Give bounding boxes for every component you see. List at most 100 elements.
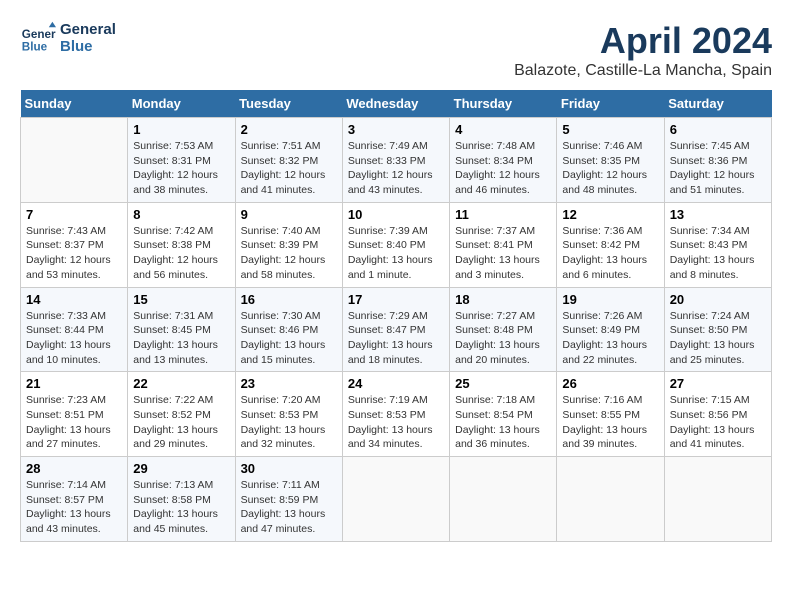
day-info: Sunrise: 7:27 AM Sunset: 8:48 PM Dayligh… <box>455 309 551 368</box>
day-number: 5 <box>562 122 658 137</box>
day-info: Sunrise: 7:48 AM Sunset: 8:34 PM Dayligh… <box>455 139 551 198</box>
day-info: Sunrise: 7:46 AM Sunset: 8:35 PM Dayligh… <box>562 139 658 198</box>
day-info: Sunrise: 7:30 AM Sunset: 8:46 PM Dayligh… <box>241 309 337 368</box>
day-number: 9 <box>241 207 337 222</box>
day-header-tuesday: Tuesday <box>235 90 342 118</box>
day-info: Sunrise: 7:15 AM Sunset: 8:56 PM Dayligh… <box>670 393 766 452</box>
day-info: Sunrise: 7:19 AM Sunset: 8:53 PM Dayligh… <box>348 393 444 452</box>
calendar-cell <box>342 457 449 542</box>
calendar-cell: 9 Sunrise: 7:40 AM Sunset: 8:39 PM Daylig… <box>235 202 342 287</box>
day-number: 23 <box>241 376 337 391</box>
day-info: Sunrise: 7:34 AM Sunset: 8:43 PM Dayligh… <box>670 224 766 283</box>
calendar-cell: 8 Sunrise: 7:42 AM Sunset: 8:38 PM Daylig… <box>128 202 235 287</box>
day-number: 18 <box>455 292 551 307</box>
day-info: Sunrise: 7:42 AM Sunset: 8:38 PM Dayligh… <box>133 224 229 283</box>
day-info: Sunrise: 7:14 AM Sunset: 8:57 PM Dayligh… <box>26 478 122 537</box>
calendar-cell: 23 Sunrise: 7:20 AM Sunset: 8:53 PM Dayli… <box>235 372 342 457</box>
day-number: 16 <box>241 292 337 307</box>
svg-text:Blue: Blue <box>22 41 48 54</box>
day-number: 1 <box>133 122 229 137</box>
day-number: 28 <box>26 461 122 476</box>
calendar-cell: 16 Sunrise: 7:30 AM Sunset: 8:46 PM Dayli… <box>235 287 342 372</box>
day-info: Sunrise: 7:16 AM Sunset: 8:55 PM Dayligh… <box>562 393 658 452</box>
calendar-cell <box>557 457 664 542</box>
day-number: 12 <box>562 207 658 222</box>
week-row: 21 Sunrise: 7:23 AM Sunset: 8:51 PM Dayli… <box>21 372 772 457</box>
day-header-monday: Monday <box>128 90 235 118</box>
calendar-table: SundayMondayTuesdayWednesdayThursdayFrid… <box>20 90 772 542</box>
day-info: Sunrise: 7:26 AM Sunset: 8:49 PM Dayligh… <box>562 309 658 368</box>
day-info: Sunrise: 7:22 AM Sunset: 8:52 PM Dayligh… <box>133 393 229 452</box>
calendar-cell: 13 Sunrise: 7:34 AM Sunset: 8:43 PM Dayli… <box>664 202 771 287</box>
week-row: 7 Sunrise: 7:43 AM Sunset: 8:37 PM Daylig… <box>21 202 772 287</box>
calendar-cell: 15 Sunrise: 7:31 AM Sunset: 8:45 PM Dayli… <box>128 287 235 372</box>
page-header: General Blue General Blue April 2024 Bal… <box>20 20 772 80</box>
day-info: Sunrise: 7:11 AM Sunset: 8:59 PM Dayligh… <box>241 478 337 537</box>
day-header-saturday: Saturday <box>664 90 771 118</box>
day-header-thursday: Thursday <box>450 90 557 118</box>
calendar-cell: 21 Sunrise: 7:23 AM Sunset: 8:51 PM Dayli… <box>21 372 128 457</box>
day-info: Sunrise: 7:37 AM Sunset: 8:41 PM Dayligh… <box>455 224 551 283</box>
calendar-cell: 18 Sunrise: 7:27 AM Sunset: 8:48 PM Dayli… <box>450 287 557 372</box>
calendar-cell: 6 Sunrise: 7:45 AM Sunset: 8:36 PM Daylig… <box>664 118 771 203</box>
day-info: Sunrise: 7:43 AM Sunset: 8:37 PM Dayligh… <box>26 224 122 283</box>
day-number: 24 <box>348 376 444 391</box>
calendar-cell: 29Sunrise: 7:13 AM Sunset: 8:58 PM Dayli… <box>128 457 235 542</box>
day-info: Sunrise: 7:31 AM Sunset: 8:45 PM Dayligh… <box>133 309 229 368</box>
day-number: 15 <box>133 292 229 307</box>
day-info: Sunrise: 7:29 AM Sunset: 8:47 PM Dayligh… <box>348 309 444 368</box>
month-year-title: April 2024 <box>514 20 772 62</box>
day-number: 10 <box>348 207 444 222</box>
day-info: Sunrise: 7:39 AM Sunset: 8:40 PM Dayligh… <box>348 224 444 283</box>
day-number: 3 <box>348 122 444 137</box>
calendar-cell <box>450 457 557 542</box>
day-number: 26 <box>562 376 658 391</box>
week-row: 28 Sunrise: 7:14 AM Sunset: 8:57 PM Dayli… <box>21 457 772 542</box>
logo-line2: Blue <box>60 38 116 55</box>
calendar-cell: 25Sunrise: 7:18 AM Sunset: 8:54 PM Dayli… <box>450 372 557 457</box>
location-subtitle: Balazote, Castille-La Mancha, Spain <box>514 62 772 80</box>
day-number: 6 <box>670 122 766 137</box>
day-number: 13 <box>670 207 766 222</box>
day-info: Sunrise: 7:51 AM Sunset: 8:32 PM Dayligh… <box>241 139 337 198</box>
week-row: 1 Sunrise: 7:53 AM Sunset: 8:31 PM Daylig… <box>21 118 772 203</box>
day-header-sunday: Sunday <box>21 90 128 118</box>
day-info: Sunrise: 7:45 AM Sunset: 8:36 PM Dayligh… <box>670 139 766 198</box>
logo: General Blue General Blue <box>20 20 116 56</box>
day-number: 2 <box>241 122 337 137</box>
day-number: 14 <box>26 292 122 307</box>
day-number: 17 <box>348 292 444 307</box>
day-number: 7 <box>26 207 122 222</box>
day-info: Sunrise: 7:24 AM Sunset: 8:50 PM Dayligh… <box>670 309 766 368</box>
day-number: 20 <box>670 292 766 307</box>
day-number: 8 <box>133 207 229 222</box>
svg-text:General: General <box>22 28 56 41</box>
calendar-cell: 27Sunrise: 7:15 AM Sunset: 8:56 PM Dayli… <box>664 372 771 457</box>
day-number: 30 <box>241 461 337 476</box>
day-info: Sunrise: 7:20 AM Sunset: 8:53 PM Dayligh… <box>241 393 337 452</box>
calendar-cell: 28 Sunrise: 7:14 AM Sunset: 8:57 PM Dayli… <box>21 457 128 542</box>
calendar-cell: 12 Sunrise: 7:36 AM Sunset: 8:42 PM Dayli… <box>557 202 664 287</box>
calendar-cell: 22 Sunrise: 7:22 AM Sunset: 8:52 PM Dayli… <box>128 372 235 457</box>
day-info: Sunrise: 7:36 AM Sunset: 8:42 PM Dayligh… <box>562 224 658 283</box>
day-number: 21 <box>26 376 122 391</box>
calendar-cell: 11 Sunrise: 7:37 AM Sunset: 8:41 PM Dayli… <box>450 202 557 287</box>
day-info: Sunrise: 7:53 AM Sunset: 8:31 PM Dayligh… <box>133 139 229 198</box>
calendar-cell: 3Sunrise: 7:49 AM Sunset: 8:33 PM Daylig… <box>342 118 449 203</box>
day-info: Sunrise: 7:40 AM Sunset: 8:39 PM Dayligh… <box>241 224 337 283</box>
day-info: Sunrise: 7:23 AM Sunset: 8:51 PM Dayligh… <box>26 393 122 452</box>
calendar-cell: 5 Sunrise: 7:46 AM Sunset: 8:35 PM Daylig… <box>557 118 664 203</box>
day-number: 11 <box>455 207 551 222</box>
calendar-cell: 2 Sunrise: 7:51 AM Sunset: 8:32 PM Daylig… <box>235 118 342 203</box>
calendar-cell <box>21 118 128 203</box>
calendar-cell: 30 Sunrise: 7:11 AM Sunset: 8:59 PM Dayli… <box>235 457 342 542</box>
day-number: 19 <box>562 292 658 307</box>
calendar-cell: 19 Sunrise: 7:26 AM Sunset: 8:49 PM Dayli… <box>557 287 664 372</box>
calendar-cell: 24 Sunrise: 7:19 AM Sunset: 8:53 PM Dayli… <box>342 372 449 457</box>
day-number: 22 <box>133 376 229 391</box>
day-info: Sunrise: 7:33 AM Sunset: 8:44 PM Dayligh… <box>26 309 122 368</box>
title-block: April 2024 Balazote, Castille-La Mancha,… <box>514 20 772 80</box>
calendar-cell: 14 Sunrise: 7:33 AM Sunset: 8:44 PM Dayli… <box>21 287 128 372</box>
logo-icon: General Blue <box>20 20 56 56</box>
calendar-cell: 7 Sunrise: 7:43 AM Sunset: 8:37 PM Daylig… <box>21 202 128 287</box>
